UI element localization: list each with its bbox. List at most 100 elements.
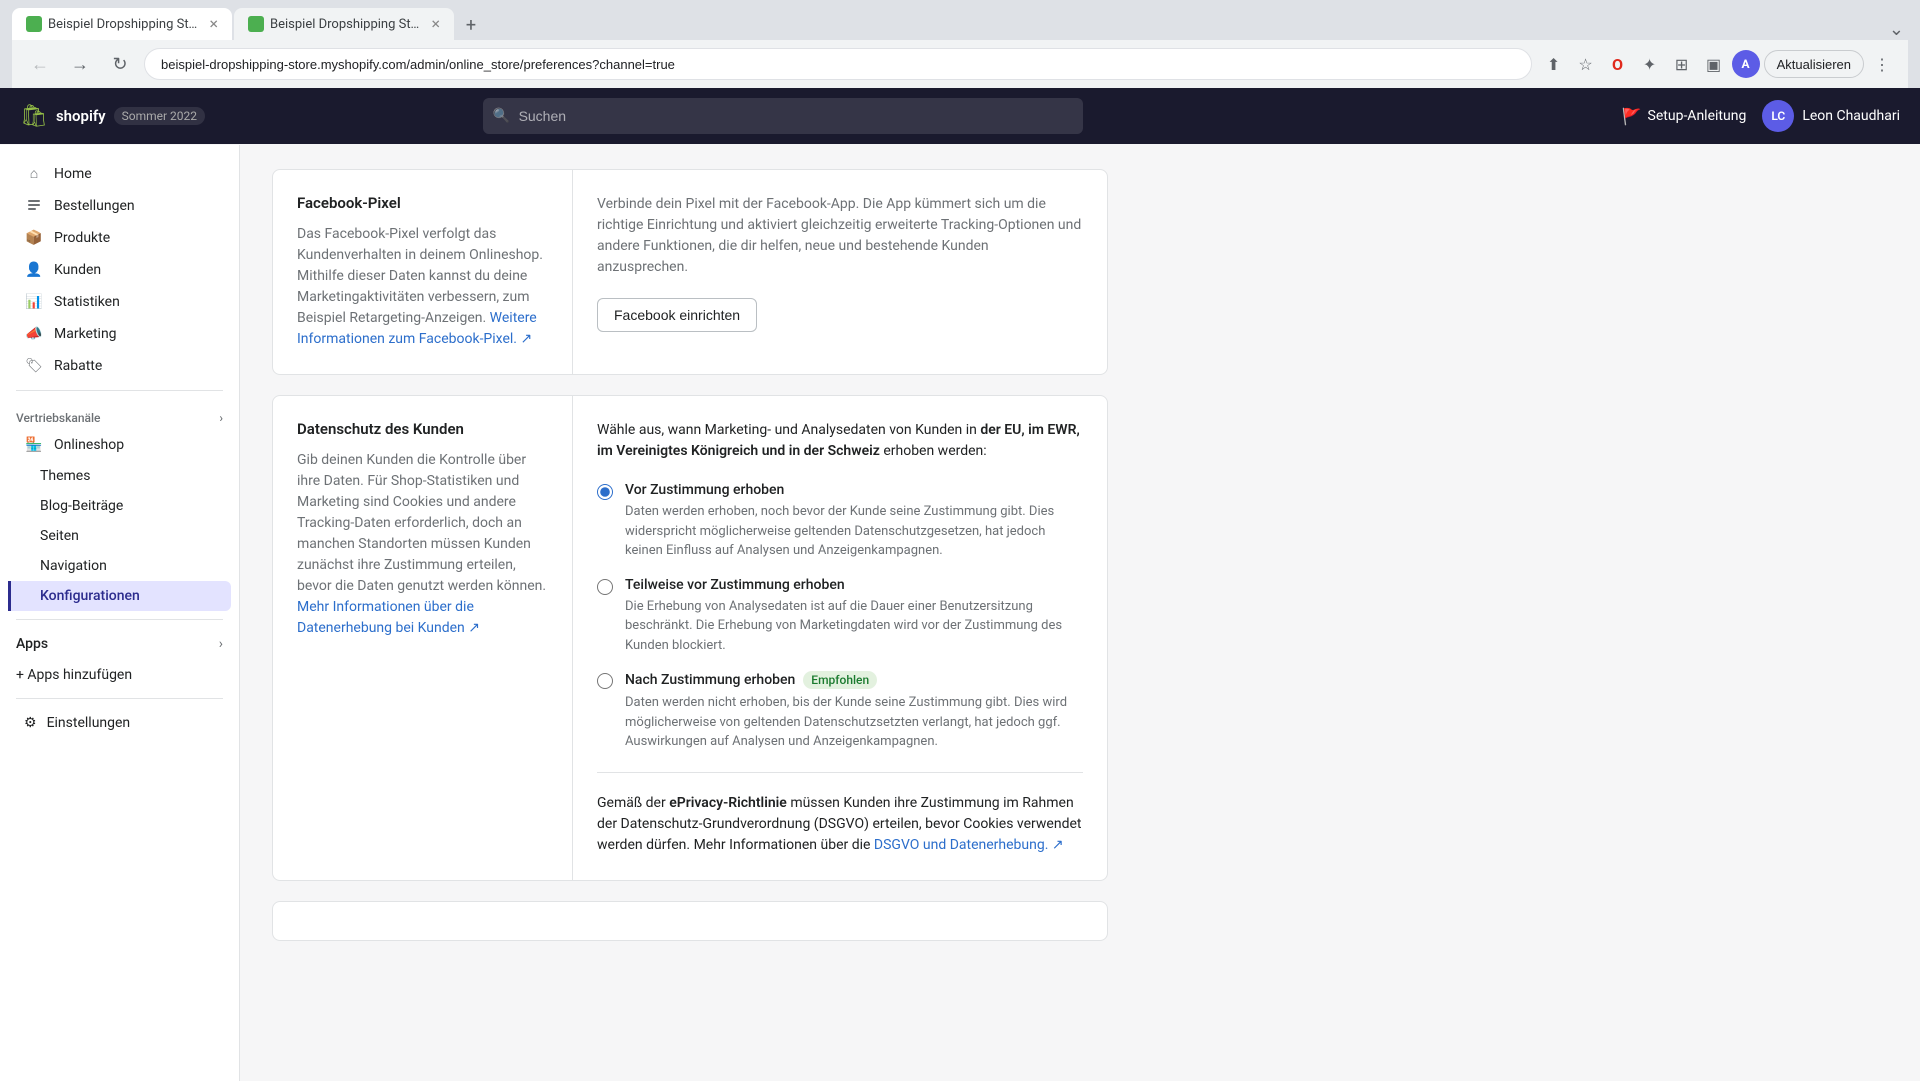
privacy-radio-before[interactable] bbox=[597, 484, 613, 500]
sidebar-label-customers: Kunden bbox=[54, 262, 101, 278]
privacy-radio-after[interactable] bbox=[597, 673, 613, 689]
external-link-icon: ↗ bbox=[521, 331, 533, 347]
sidebar-sub-themes[interactable]: Themes bbox=[8, 461, 231, 491]
tab-close-2[interactable]: × bbox=[431, 16, 440, 32]
sidebar-label-orders: Bestellungen bbox=[54, 198, 135, 214]
sidebar-item-products[interactable]: 📦 Produkte bbox=[8, 222, 231, 254]
facebook-card-right: Verbinde dein Pixel mit der Facebook-App… bbox=[573, 170, 1107, 374]
update-button[interactable]: Aktualisieren bbox=[1764, 50, 1864, 78]
sidebar-label-navigation: Navigation bbox=[40, 558, 107, 574]
privacy-link-text: Mehr Informationen über die Datenerhebun… bbox=[297, 599, 474, 636]
sales-channels-label: Vertriebskanäle bbox=[16, 411, 100, 425]
privacy-option-before-title: Vor Zustimmung erhoben bbox=[625, 482, 1083, 498]
sidebar-divider-3 bbox=[16, 698, 223, 699]
dsgvo-link[interactable]: DSGVO und Datenerhebung. ↗ bbox=[874, 837, 1064, 853]
privacy-option-after: Nach Zustimmung erhoben Empfohlen Daten … bbox=[597, 671, 1083, 752]
new-tab-button[interactable]: + bbox=[456, 10, 486, 40]
content-inner: Facebook-Pixel Das Facebook-Pixel verfol… bbox=[240, 145, 1140, 985]
privacy-more-link[interactable]: Mehr Informationen über die Datenerhebun… bbox=[297, 599, 480, 636]
privacy-card-inner: Datenschutz des Kunden Gib deinen Kunden… bbox=[273, 396, 1107, 880]
opera-icon[interactable]: O bbox=[1604, 50, 1632, 78]
sidebar-item-discounts[interactable]: 🏷 Rabatte bbox=[8, 350, 231, 382]
privacy-card-left: Datenschutz des Kunden Gib deinen Kunden… bbox=[273, 396, 573, 880]
sidebar-sub-navigation[interactable]: Navigation bbox=[8, 551, 231, 581]
privacy-option-partial-title: Teilweise vor Zustimmung erhoben bbox=[625, 577, 1083, 593]
sidebar-sub-blog[interactable]: Blog-Beiträge bbox=[8, 491, 231, 521]
sidebar-item-orders[interactable]: Bestellungen bbox=[8, 190, 231, 222]
menu-icon-1[interactable]: ⊞ bbox=[1668, 50, 1696, 78]
settings-label: Einstellungen bbox=[47, 715, 131, 731]
eprivacy-link-ext-icon: ↗ bbox=[1052, 837, 1064, 853]
browser-chrome: Beispiel Dropshipping Store ·... × Beisp… bbox=[0, 0, 1920, 89]
sidebar-item-marketing[interactable]: 📣 Marketing bbox=[8, 318, 231, 350]
recommended-badge: Empfohlen bbox=[803, 671, 877, 689]
brand-name: shopify bbox=[56, 107, 106, 125]
setup-guide-link[interactable]: 🚩 Setup-Anleitung bbox=[1622, 107, 1747, 126]
tab-close-1[interactable]: × bbox=[209, 16, 218, 32]
settings-item[interactable]: ⚙ Einstellungen bbox=[8, 707, 231, 739]
tab-title-2: Beispiel Dropshipping Store bbox=[270, 17, 425, 32]
topbar-logo: 🛍 shopify Sommer 2022 bbox=[20, 104, 205, 129]
privacy-desc-text: Gib deinen Kunden die Kontrolle über ihr… bbox=[297, 452, 546, 594]
main-content: Facebook-Pixel Das Facebook-Pixel verfol… bbox=[240, 145, 1140, 1081]
sidebar-item-analytics[interactable]: 📊 Statistiken bbox=[8, 286, 231, 318]
facebook-setup-button[interactable]: Facebook einrichten bbox=[597, 298, 757, 332]
avatar-icon[interactable]: A bbox=[1732, 50, 1760, 78]
tab-overflow-icon[interactable]: ⌄ bbox=[1889, 19, 1904, 40]
url-bar[interactable] bbox=[144, 48, 1532, 80]
sales-channels-section: Vertriebskanäle › bbox=[0, 399, 239, 429]
apps-label: Apps bbox=[16, 636, 48, 652]
bookmark-icon[interactable]: ☆ bbox=[1572, 50, 1600, 78]
discounts-icon: 🏷 bbox=[24, 358, 44, 374]
search-input[interactable] bbox=[483, 98, 1083, 134]
apps-chevron[interactable]: › bbox=[219, 636, 223, 652]
back-button[interactable]: ← bbox=[24, 48, 56, 80]
topbar: 🛍 shopify Sommer 2022 🔍 🚩 Setup-Anleitun… bbox=[0, 88, 1920, 144]
privacy-radio-partial[interactable] bbox=[597, 579, 613, 595]
sidebar-label-blog: Blog-Beiträge bbox=[40, 498, 123, 514]
season-badge: Sommer 2022 bbox=[114, 107, 205, 125]
extension-icon[interactable]: ✦ bbox=[1636, 50, 1664, 78]
sidebar-divider-1 bbox=[16, 390, 223, 391]
settings-icon: ⚙ bbox=[24, 715, 37, 731]
forward-button[interactable]: → bbox=[64, 48, 96, 80]
privacy-option-after-desc: Daten werden nicht erhoben, bis der Kund… bbox=[625, 693, 1083, 752]
home-icon: ⌂ bbox=[24, 165, 44, 182]
sidebar-item-customers[interactable]: 👤 Kunden bbox=[8, 254, 231, 286]
reload-button[interactable]: ↻ bbox=[104, 48, 136, 80]
sidebar-label-products: Produkte bbox=[54, 230, 110, 246]
sales-channels-chevron[interactable]: › bbox=[219, 411, 223, 425]
menu-icon-2[interactable]: ▣ bbox=[1700, 50, 1728, 78]
sidebar-sub-pages[interactable]: Seiten bbox=[8, 521, 231, 551]
privacy-option-before: Vor Zustimmung erhoben Daten werden erho… bbox=[597, 482, 1083, 561]
facebook-card-inner: Facebook-Pixel Das Facebook-Pixel verfol… bbox=[273, 170, 1107, 374]
sidebar-apps-section: Apps › bbox=[0, 628, 239, 660]
marketing-icon: 📣 bbox=[24, 326, 44, 342]
privacy-option-before-desc: Daten werden erhoben, noch bevor der Kun… bbox=[625, 502, 1083, 561]
privacy-label-after: Nach Zustimmung erhoben Empfohlen Daten … bbox=[625, 671, 1083, 752]
setup-label: Setup-Anleitung bbox=[1648, 108, 1747, 124]
privacy-label-partial: Teilweise vor Zustimmung erhoben Die Erh… bbox=[625, 577, 1083, 656]
more-options-icon[interactable]: ⋮ bbox=[1868, 50, 1896, 78]
eprivacy-bold: ePrivacy-Richtlinie bbox=[669, 795, 787, 811]
privacy-option-after-title: Nach Zustimmung erhoben Empfohlen bbox=[625, 671, 1083, 689]
privacy-description: Gib deinen Kunden die Kontrolle über ihr… bbox=[297, 450, 548, 639]
sidebar-item-home[interactable]: ⌂ Home bbox=[8, 157, 231, 190]
browser-tab-2[interactable]: Beispiel Dropshipping Store × bbox=[234, 8, 454, 40]
fb-connect-text: Verbinde dein Pixel mit der Facebook-App… bbox=[597, 194, 1083, 278]
sidebar-item-onlineshop[interactable]: 🏪 Onlineshop bbox=[8, 429, 231, 461]
privacy-intro: Wähle aus, wann Marketing- und Analyseda… bbox=[597, 420, 1083, 462]
privacy-option-after-label: Nach Zustimmung erhoben bbox=[625, 672, 795, 688]
add-apps-button[interactable]: + Apps hinzufügen bbox=[0, 660, 239, 690]
eprivacy-text1: Gemäß der bbox=[597, 795, 666, 811]
user-menu[interactable]: LC Leon Chaudhari bbox=[1762, 100, 1900, 132]
products-icon: 📦 bbox=[24, 230, 44, 246]
sidebar-label-config: Konfigurationen bbox=[40, 588, 140, 604]
app-layout: ⌂ Home Bestellungen 📦 Produkte 👤 Kunden … bbox=[0, 145, 1140, 1081]
analytics-icon: 📊 bbox=[24, 294, 44, 310]
sidebar-sub-config[interactable]: Konfigurationen bbox=[8, 581, 231, 611]
browser-nav-actions: ⬆ ☆ O ✦ ⊞ ▣ A Aktualisieren ⋮ bbox=[1540, 50, 1896, 78]
browser-tab-1[interactable]: Beispiel Dropshipping Store ·... × bbox=[12, 8, 232, 40]
facebook-pixel-title: Facebook-Pixel bbox=[297, 194, 548, 212]
share-icon[interactable]: ⬆ bbox=[1540, 50, 1568, 78]
